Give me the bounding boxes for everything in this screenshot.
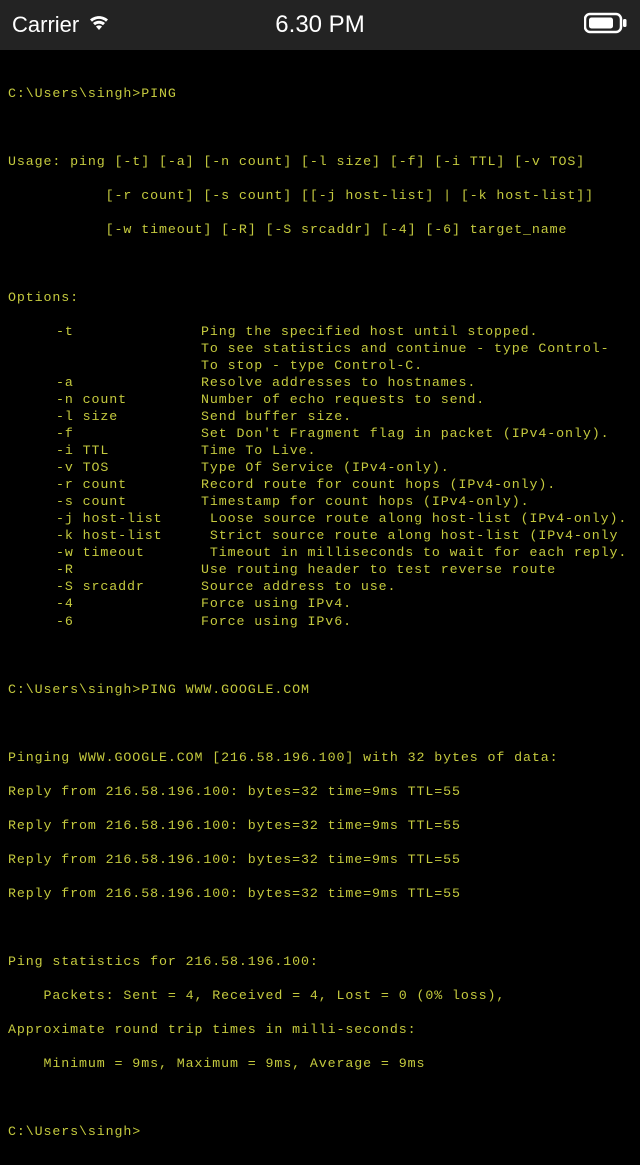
option-flag: -k host-list <box>56 527 201 544</box>
terminal-output: C:\Users\singh>PING Usage: ping [-t] [-a… <box>0 50 640 1165</box>
option-line: -4Force using IPv4. <box>8 595 632 612</box>
option-desc: To stop - type Control-C. <box>201 358 423 373</box>
option-desc: Strict source route along host-list (IPv… <box>201 528 618 543</box>
option-desc: Force using IPv4. <box>201 596 352 611</box>
option-line: -w timeout Timeout in milliseconds to wa… <box>8 544 632 561</box>
option-line: To stop - type Control-C. <box>8 357 632 374</box>
usage-line: [-w timeout] [-R] [-S srcaddr] [-4] [-6]… <box>8 221 632 238</box>
option-line: -k host-list Strict source route along h… <box>8 527 632 544</box>
status-right <box>584 12 628 39</box>
option-flag: -w timeout <box>56 544 201 561</box>
prompt-line: C:\Users\singh> <box>8 1123 632 1140</box>
option-flag: -f <box>56 425 201 442</box>
option-line: -tPing the specified host until stopped. <box>8 323 632 340</box>
reply-line: Reply from 216.58.196.100: bytes=32 time… <box>8 885 632 902</box>
stats-line: Minimum = 9ms, Maximum = 9ms, Average = … <box>8 1055 632 1072</box>
option-flag: -j host-list <box>56 510 201 527</box>
stats-line: Packets: Sent = 4, Received = 4, Lost = … <box>8 987 632 1004</box>
option-desc: Type Of Service (IPv4-only). <box>201 460 450 475</box>
option-line: -RUse routing header to test reverse rou… <box>8 561 632 578</box>
option-line: -s countTimestamp for count hops (IPv4-o… <box>8 493 632 510</box>
option-flag: -s count <box>56 493 201 510</box>
option-line: -v TOSType Of Service (IPv4-only). <box>8 459 632 476</box>
option-desc: Resolve addresses to hostnames. <box>201 375 476 390</box>
reply-line: Reply from 216.58.196.100: bytes=32 time… <box>8 817 632 834</box>
option-flag: -6 <box>56 613 201 630</box>
option-flag: -4 <box>56 595 201 612</box>
option-desc: Set Don't Fragment flag in packet (IPv4-… <box>201 426 609 441</box>
option-line: -l sizeSend buffer size. <box>8 408 632 425</box>
option-line: -aResolve addresses to hostnames. <box>8 374 632 391</box>
option-flag: -R <box>56 561 201 578</box>
option-desc: Number of echo requests to send. <box>201 392 485 407</box>
reply-line: Reply from 216.58.196.100: bytes=32 time… <box>8 851 632 868</box>
prompt-line: C:\Users\singh>PING WWW.GOOGLE.COM <box>8 681 632 698</box>
pinging-line: Pinging WWW.GOOGLE.COM [216.58.196.100] … <box>8 749 632 766</box>
option-flag: -v TOS <box>56 459 201 476</box>
option-line: -i TTLTime To Live. <box>8 442 632 459</box>
option-desc: Force using IPv6. <box>201 614 352 629</box>
option-desc: To see statistics and continue - type Co… <box>201 341 609 356</box>
option-line: -S srcaddrSource address to use. <box>8 578 632 595</box>
option-line: To see statistics and continue - type Co… <box>8 340 632 357</box>
option-desc: Time To Live. <box>201 443 316 458</box>
status-bar: Carrier 6.30 PM <box>0 0 640 50</box>
option-desc: Send buffer size. <box>201 409 352 424</box>
usage-line: [-r count] [-s count] [[-j host-list] | … <box>8 187 632 204</box>
option-desc: Use routing header to test reverse route <box>201 562 556 577</box>
wifi-icon <box>87 12 111 38</box>
option-flag: -l size <box>56 408 201 425</box>
options-header: Options: <box>8 289 632 306</box>
option-desc: Timeout in milliseconds to wait for each… <box>201 545 627 560</box>
option-flag: -t <box>56 323 201 340</box>
stats-line: Ping statistics for 216.58.196.100: <box>8 953 632 970</box>
option-flag: -n count <box>56 391 201 408</box>
option-desc: Record route for count hops (IPv4-only). <box>201 477 556 492</box>
option-line: -6Force using IPv6. <box>8 613 632 630</box>
status-left: Carrier <box>12 12 111 38</box>
option-flag: -r count <box>56 476 201 493</box>
carrier-label: Carrier <box>12 12 79 38</box>
option-desc: Timestamp for count hops (IPv4-only). <box>201 494 530 509</box>
prompt-line: C:\Users\singh>PING <box>8 85 632 102</box>
battery-icon <box>584 12 628 39</box>
option-line: -n countNumber of echo requests to send. <box>8 391 632 408</box>
reply-line: Reply from 216.58.196.100: bytes=32 time… <box>8 783 632 800</box>
option-line: -r countRecord route for count hops (IPv… <box>8 476 632 493</box>
option-line: -fSet Don't Fragment flag in packet (IPv… <box>8 425 632 442</box>
option-flag: -S srcaddr <box>56 578 201 595</box>
status-time: 6.30 PM <box>275 11 364 39</box>
option-desc: Source address to use. <box>201 579 396 594</box>
usage-line: Usage: ping [-t] [-a] [-n count] [-l siz… <box>8 153 632 170</box>
stats-line: Approximate round trip times in milli-se… <box>8 1021 632 1038</box>
option-line: -j host-list Loose source route along ho… <box>8 510 632 527</box>
option-desc: Ping the specified host until stopped. <box>201 324 538 339</box>
option-flag: -a <box>56 374 201 391</box>
option-desc: Loose source route along host-list (IPv4… <box>201 511 627 526</box>
option-flag: -i TTL <box>56 442 201 459</box>
